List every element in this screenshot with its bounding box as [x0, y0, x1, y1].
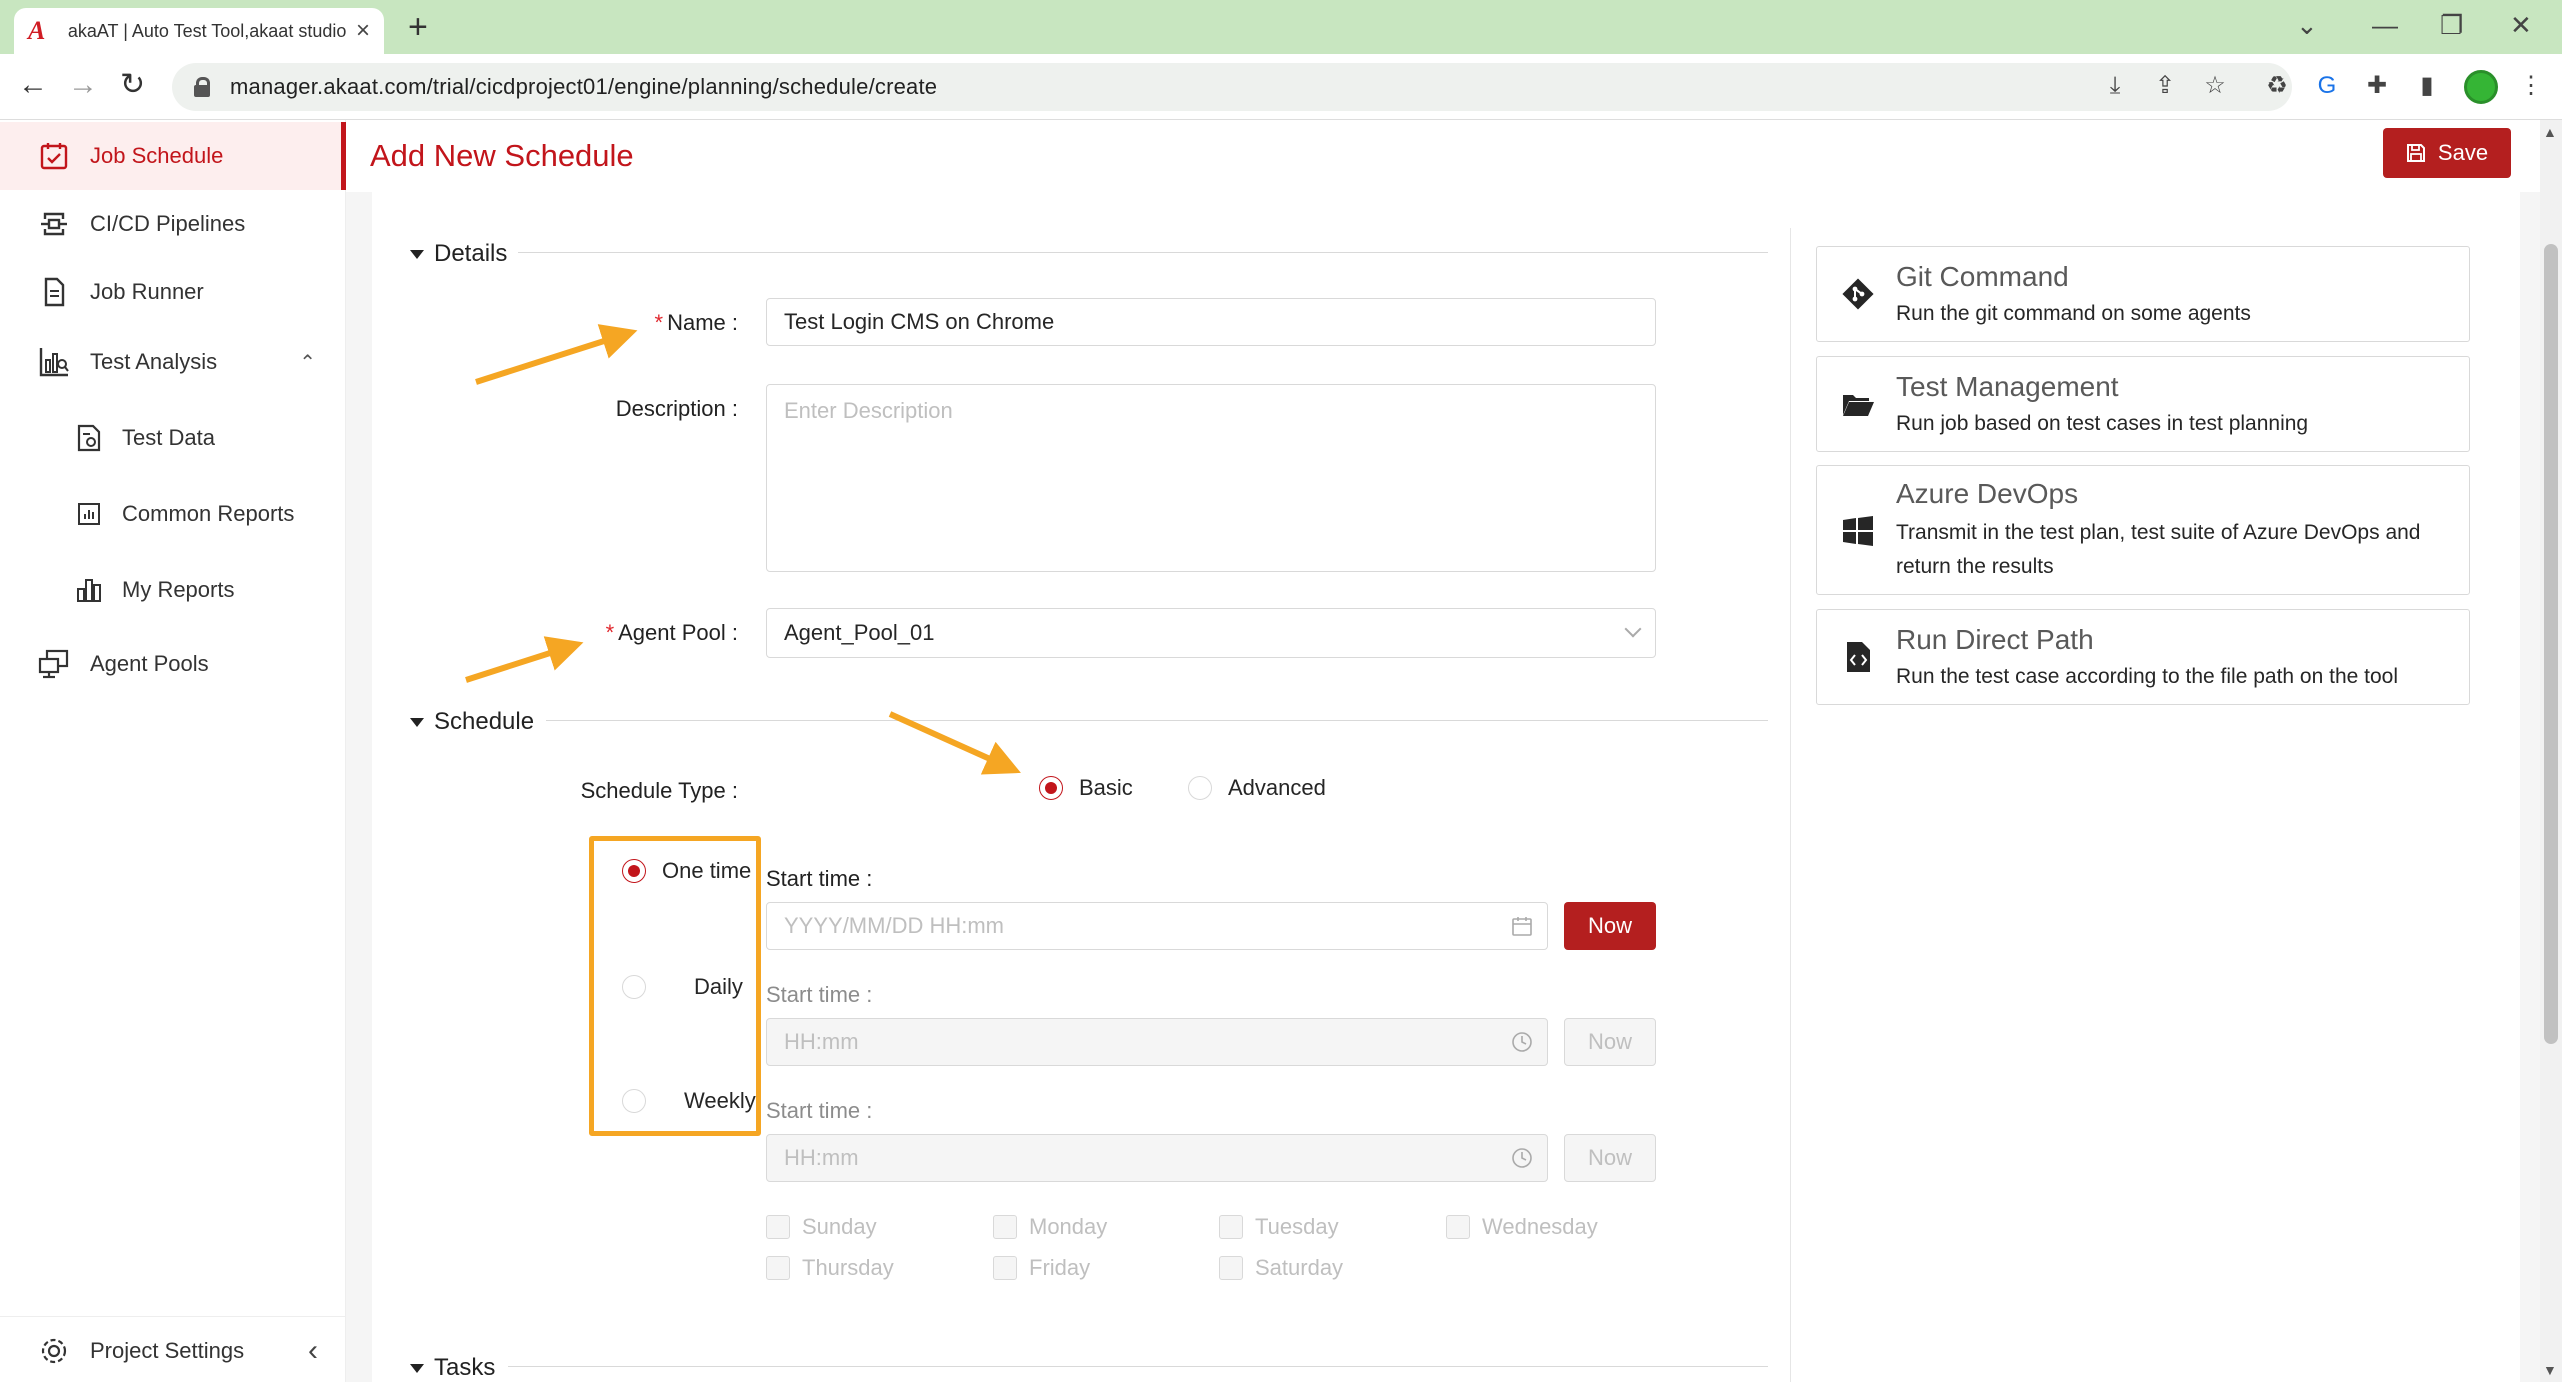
task-title: Azure DevOps [1896, 478, 2079, 509]
scroll-up-icon[interactable]: ▲ [2543, 124, 2557, 140]
arrow-icon [465, 636, 584, 683]
arrow-icon [888, 711, 1021, 775]
windows-icon [1843, 516, 1873, 546]
task-description: Run job based on test cases in test plan… [1896, 412, 2309, 435]
task-description: Run the git command on some agents [1896, 302, 2251, 325]
task-card-test-management[interactable]: Test Management Run job based on test ca… [1816, 356, 2470, 452]
panel-divider [1790, 228, 1791, 1382]
task-title: Run Direct Path [1896, 624, 2094, 655]
task-card-git-command[interactable]: Git Command Run the git command on some … [1816, 246, 2470, 342]
task-title: Test Management [1896, 371, 2119, 402]
task-description: Transmit in the test plan, test suite of… [1896, 521, 2421, 578]
code-file-icon [1847, 642, 1870, 672]
scroll-down-icon[interactable]: ▼ [2543, 1362, 2557, 1378]
scrollbar-thumb[interactable] [2544, 244, 2558, 1044]
task-card-run-direct-path[interactable]: Run Direct Path Run the test case accord… [1816, 609, 2470, 705]
task-description: Run the test case according to the file … [1896, 665, 2398, 688]
task-title: Git Command [1896, 261, 2069, 292]
folder-open-icon [1843, 395, 1874, 416]
git-icon [1842, 278, 1874, 310]
task-card-azure-devops[interactable]: Azure DevOps Transmit in the test plan, … [1816, 465, 2470, 595]
arrow-icon [475, 324, 638, 385]
